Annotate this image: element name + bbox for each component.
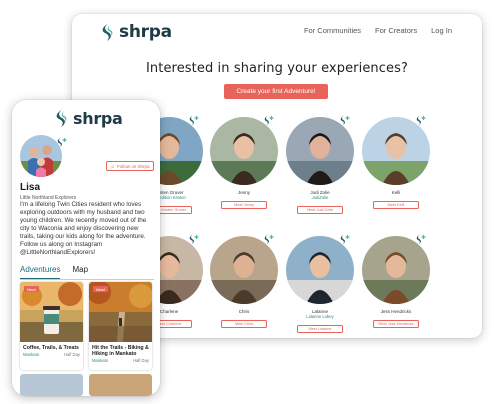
create-adventure-button[interactable]: Create your first Adventure! bbox=[224, 84, 328, 99]
creator-name: Chris bbox=[238, 309, 250, 314]
nav-for-communities[interactable]: For Communities bbox=[304, 26, 361, 35]
brand-logo[interactable]: shrpa bbox=[100, 22, 172, 42]
adventure-location: Mankato bbox=[23, 352, 40, 357]
meet-creator-button[interactable]: Meet Lalanne bbox=[297, 325, 343, 334]
new-badge: New! bbox=[24, 286, 40, 292]
adventure-card[interactable]: New! Coffee, Trails, & Treats Mankato Ha… bbox=[20, 282, 83, 370]
adventure-title: Coffee, Trails, & Treats bbox=[23, 345, 79, 351]
nav-log-in[interactable]: Log In bbox=[431, 26, 452, 35]
tab-map[interactable]: Map bbox=[72, 265, 88, 279]
shrpa-badge-icon bbox=[264, 115, 274, 125]
adventure-card-partial[interactable] bbox=[20, 374, 83, 396]
user-plus-icon: ☺ bbox=[110, 163, 116, 169]
brand-name: shrpa bbox=[119, 22, 172, 42]
shrpa-badge-icon bbox=[189, 115, 199, 125]
nav-for-creators[interactable]: For Creators bbox=[375, 26, 417, 35]
shrpa-badge-icon bbox=[264, 234, 274, 244]
creator-card: Judi Zolie JudiZolie Meet Judi Zolie bbox=[284, 115, 356, 215]
new-badge: New! bbox=[93, 286, 109, 292]
creator-photo[interactable] bbox=[210, 236, 278, 304]
creator-name: Jenny bbox=[237, 190, 250, 195]
adventure-card-partial[interactable] bbox=[89, 374, 152, 396]
creator-card: Chris Meet Chris bbox=[208, 234, 280, 329]
follow-button[interactable]: ☺ Follow on Shrpa bbox=[106, 161, 154, 171]
tab-divider bbox=[20, 279, 154, 280]
brand-name: shrpa bbox=[73, 108, 123, 128]
top-nav: For Communities For Creators Log In bbox=[304, 26, 452, 35]
creator-card: Jenny Meet Jenny bbox=[208, 115, 280, 210]
meet-creator-button[interactable]: Meet Judi Zolie bbox=[297, 206, 343, 215]
creator-photo[interactable] bbox=[362, 117, 430, 185]
shrpa-badge-icon bbox=[57, 137, 67, 147]
page-headline: Interested in sharing your experiences? bbox=[145, 61, 408, 76]
shrpa-badge-icon bbox=[416, 234, 426, 244]
shrpa-badge-icon bbox=[340, 115, 350, 125]
meet-creator-button[interactable]: Meet Jenny bbox=[221, 201, 267, 210]
adventure-duration: Half Day bbox=[132, 358, 149, 363]
creator-photo[interactable] bbox=[286, 117, 354, 185]
creator-handle: Lalanne Lobey bbox=[306, 314, 334, 320]
profile-name: Lisa bbox=[20, 182, 41, 193]
follow-label: Follow on Shrpa bbox=[117, 163, 150, 169]
adventure-image: New! bbox=[20, 282, 83, 342]
shrpa-badge-icon bbox=[189, 234, 199, 244]
meet-creator-button[interactable]: Meet Chris bbox=[221, 320, 267, 329]
shrpa-badge-icon bbox=[340, 234, 350, 244]
meet-creator-button[interactable]: Meet Kelli bbox=[373, 201, 419, 210]
shrpa-logo-icon bbox=[102, 23, 113, 41]
phone-frame: shrpa ☺ Follow on Shrpa Lisa Little Nort… bbox=[12, 100, 160, 396]
profile-tabs: Adventures Map bbox=[20, 265, 154, 279]
creator-photo[interactable] bbox=[286, 236, 354, 304]
meet-creator-button[interactable]: Meet Jess Hendricks bbox=[373, 320, 419, 329]
adventure-card[interactable]: New! Hit the Trails - Biking & Hiking in… bbox=[89, 282, 152, 370]
creator-card: Jess Hendricks Meet Jess Hendricks bbox=[360, 234, 432, 329]
adventure-duration: Half Day bbox=[63, 352, 80, 357]
profile-bio: I'm a lifelong Twin Cities resident who … bbox=[20, 201, 147, 256]
shrpa-logo-icon bbox=[56, 109, 67, 127]
creator-handle: JudiZolie bbox=[311, 195, 329, 201]
tab-adventures[interactable]: Adventures bbox=[20, 265, 61, 279]
creator-photo[interactable] bbox=[210, 117, 278, 185]
adventure-title: Hit the Trails - Biking & Hiking in Mank… bbox=[92, 345, 149, 357]
shrpa-badge-icon bbox=[416, 115, 426, 125]
creator-name: Jess Hendricks bbox=[380, 309, 412, 314]
creator-card: Kelli Meet Kelli bbox=[360, 115, 432, 210]
adventure-image: New! bbox=[89, 282, 152, 342]
creator-photo[interactable] bbox=[362, 236, 430, 304]
adventure-location: Mankato bbox=[92, 358, 109, 363]
creator-name: Kelli bbox=[391, 190, 401, 195]
phone-brand-logo[interactable]: shrpa bbox=[54, 108, 123, 128]
creator-card: Lalanne Lalanne Lobey Meet Lalanne bbox=[284, 234, 356, 334]
